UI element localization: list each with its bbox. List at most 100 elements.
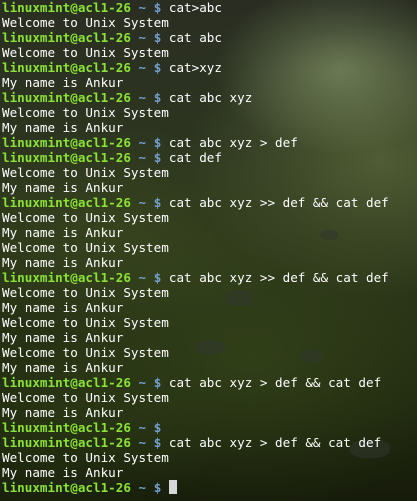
prompt-line: linuxmint@acl1-26 ~ $ cat abc xyz > def … [2, 435, 416, 450]
command-text: cat abc xyz [168, 90, 253, 105]
output-text: My name is Ankur [2, 75, 124, 90]
prompt-user-host: linuxmint@acl1-26 [2, 150, 131, 165]
prompt-directory: ~ [138, 135, 147, 150]
command-text: cat abc xyz > def [168, 135, 298, 150]
output-line: Welcome to Unix System [2, 315, 416, 330]
prompt-symbol: $ [153, 480, 162, 495]
output-line: My name is Ankur [2, 300, 416, 315]
output-line: My name is Ankur [2, 75, 416, 90]
output-text: My name is Ankur [2, 255, 124, 270]
prompt-line: linuxmint@acl1-26 ~ $ cat abc xyz > def [2, 135, 416, 150]
output-line: My name is Ankur [2, 405, 416, 420]
prompt-symbol: $ [153, 0, 162, 15]
output-line: Welcome to Unix System [2, 450, 416, 465]
prompt-directory: ~ [138, 195, 147, 210]
output-text: My name is Ankur [2, 330, 124, 345]
output-line: Welcome to Unix System [2, 105, 416, 120]
prompt-directory: ~ [138, 375, 147, 390]
output-text: My name is Ankur [2, 300, 124, 315]
output-text: Welcome to Unix System [2, 450, 169, 465]
prompt-user-host: linuxmint@acl1-26 [2, 0, 131, 15]
output-line: Welcome to Unix System [2, 390, 416, 405]
prompt-line: linuxmint@acl1-26 ~ $ cat abc xyz >> def… [2, 195, 416, 210]
command-text: cat>abc [168, 0, 222, 15]
prompt-line: linuxmint@acl1-26 ~ $ cat>abc [2, 0, 416, 15]
prompt-line: linuxmint@acl1-26 ~ $ [2, 480, 416, 495]
prompt-user-host: linuxmint@acl1-26 [2, 420, 131, 435]
output-line: Welcome to Unix System [2, 15, 416, 30]
prompt-user-host: linuxmint@acl1-26 [2, 375, 131, 390]
output-text: Welcome to Unix System [2, 105, 169, 120]
prompt-directory: ~ [138, 90, 147, 105]
output-text: Welcome to Unix System [2, 345, 169, 360]
prompt-symbol: $ [153, 270, 162, 285]
prompt-line: linuxmint@acl1-26 ~ $ cat abc xyz [2, 90, 416, 105]
prompt-line: linuxmint@acl1-26 ~ $ cat def [2, 150, 416, 165]
output-text: Welcome to Unix System [2, 240, 169, 255]
output-text: My name is Ankur [2, 360, 124, 375]
output-text: My name is Ankur [2, 405, 124, 420]
prompt-line: linuxmint@acl1-26 ~ $ cat abc xyz >> def… [2, 270, 416, 285]
command-text: cat abc xyz >> def && cat def [168, 195, 389, 210]
output-text: Welcome to Unix System [2, 45, 169, 60]
prompt-directory: ~ [138, 420, 147, 435]
output-line: Welcome to Unix System [2, 165, 416, 180]
prompt-directory: ~ [138, 0, 147, 15]
prompt-user-host: linuxmint@acl1-26 [2, 435, 131, 450]
output-text: Welcome to Unix System [2, 210, 169, 225]
prompt-symbol: $ [153, 375, 162, 390]
prompt-user-host: linuxmint@acl1-26 [2, 270, 131, 285]
output-text: My name is Ankur [2, 120, 124, 135]
prompt-symbol: $ [153, 60, 162, 75]
output-line: My name is Ankur [2, 465, 416, 480]
output-text: My name is Ankur [2, 180, 124, 195]
output-text: Welcome to Unix System [2, 315, 169, 330]
command-text: cat abc xyz >> def && cat def [168, 270, 389, 285]
prompt-directory: ~ [138, 30, 147, 45]
prompt-line: linuxmint@acl1-26 ~ $ cat abc [2, 30, 416, 45]
output-line: My name is Ankur [2, 255, 416, 270]
prompt-user-host: linuxmint@acl1-26 [2, 480, 131, 495]
prompt-directory: ~ [138, 480, 147, 495]
output-text: Welcome to Unix System [2, 390, 169, 405]
prompt-symbol: $ [153, 420, 162, 435]
output-line: Welcome to Unix System [2, 240, 416, 255]
output-line: Welcome to Unix System [2, 285, 416, 300]
command-text: cat def [168, 150, 222, 165]
command-text: cat abc xyz > def && cat def [168, 435, 382, 450]
output-line: Welcome to Unix System [2, 45, 416, 60]
prompt-user-host: linuxmint@acl1-26 [2, 195, 131, 210]
prompt-symbol: $ [153, 435, 162, 450]
prompt-symbol: $ [153, 30, 162, 45]
output-text: My name is Ankur [2, 465, 124, 480]
prompt-directory: ~ [138, 435, 147, 450]
text-cursor [168, 480, 177, 494]
terminal-output[interactable]: linuxmint@acl1-26 ~ $ cat>abc Welcome to … [2, 0, 416, 501]
prompt-symbol: $ [153, 150, 162, 165]
command-text: cat abc xyz > def && cat def [168, 375, 382, 390]
prompt-symbol: $ [153, 135, 162, 150]
prompt-directory: ~ [138, 60, 147, 75]
command-text: cat abc [168, 30, 222, 45]
output-line: My name is Ankur [2, 180, 416, 195]
prompt-line: linuxmint@acl1-26 ~ $ [2, 420, 416, 435]
prompt-user-host: linuxmint@acl1-26 [2, 60, 131, 75]
prompt-symbol: $ [153, 195, 162, 210]
output-line: My name is Ankur [2, 120, 416, 135]
prompt-user-host: linuxmint@acl1-26 [2, 30, 131, 45]
output-line: Welcome to Unix System [2, 210, 416, 225]
prompt-directory: ~ [138, 270, 147, 285]
prompt-line: linuxmint@acl1-26 ~ $ cat>xyz [2, 60, 416, 75]
output-line: My name is Ankur [2, 225, 416, 240]
output-line: My name is Ankur [2, 330, 416, 345]
prompt-user-host: linuxmint@acl1-26 [2, 135, 131, 150]
output-line: My name is Ankur [2, 360, 416, 375]
prompt-symbol: $ [153, 90, 162, 105]
prompt-directory: ~ [138, 150, 147, 165]
prompt-line: linuxmint@acl1-26 ~ $ cat abc xyz > def … [2, 375, 416, 390]
output-text: My name is Ankur [2, 225, 124, 240]
output-line: Welcome to Unix System [2, 345, 416, 360]
output-text: Welcome to Unix System [2, 165, 169, 180]
output-text: Welcome to Unix System [2, 285, 169, 300]
command-text: cat>xyz [168, 60, 222, 75]
